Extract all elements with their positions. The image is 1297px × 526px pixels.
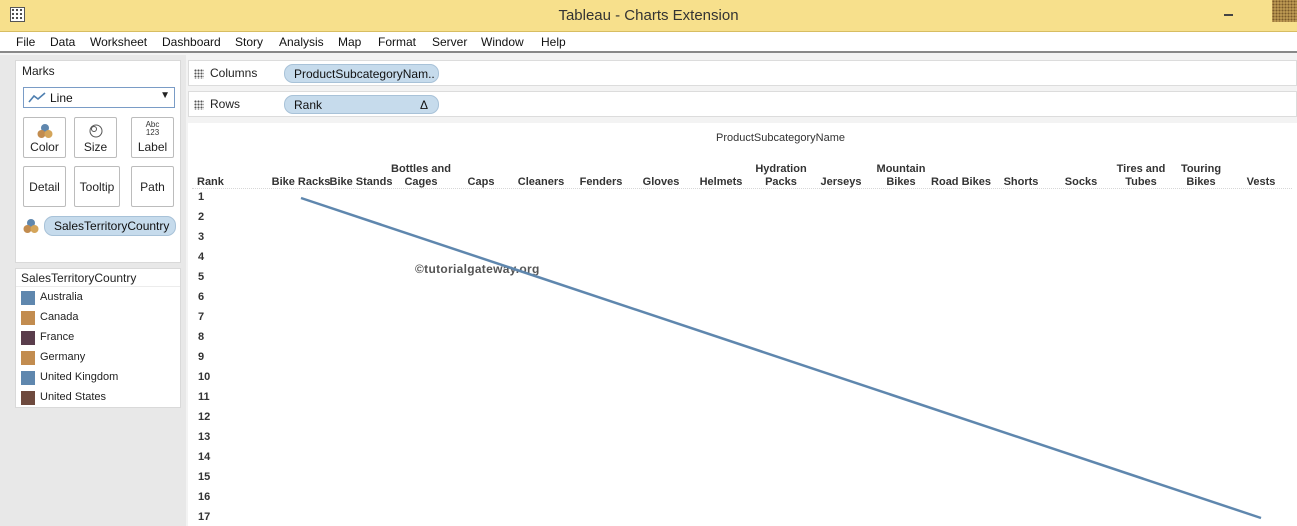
color-field-row: SalesTerritoryCountry bbox=[23, 216, 177, 236]
legend-label: United States bbox=[40, 391, 107, 403]
menu-worksheet[interactable]: Worksheet bbox=[90, 35, 147, 49]
rank-row-label: 6 bbox=[198, 291, 205, 303]
legend-item[interactable]: United States bbox=[20, 389, 176, 409]
legend-swatch bbox=[21, 371, 35, 385]
rows-shelf-icon bbox=[194, 100, 204, 110]
size-button[interactable]: Size bbox=[74, 117, 117, 158]
tooltip-button[interactable]: Tooltip bbox=[74, 166, 120, 207]
menu-server[interactable]: Server bbox=[432, 35, 467, 49]
mark-type-value: Line bbox=[50, 91, 73, 105]
columns-shelf-label: Columns bbox=[210, 66, 258, 80]
color-button[interactable]: Color bbox=[23, 117, 66, 158]
menu-story[interactable]: Story bbox=[235, 35, 263, 49]
columns-field-pill[interactable]: ProductSubcategoryNam.. bbox=[284, 64, 439, 83]
menu-bar: File Data Worksheet Dashboard Story Anal… bbox=[0, 32, 1297, 53]
detail-button-label: Detail bbox=[29, 180, 60, 194]
rank-row-label: 3 bbox=[198, 231, 205, 243]
legend-swatch bbox=[21, 351, 35, 365]
color-field-pill[interactable]: SalesTerritoryCountry bbox=[44, 216, 176, 236]
rows-shelf-label: Rows bbox=[210, 97, 241, 111]
menu-window[interactable]: Window bbox=[481, 35, 524, 49]
path-button[interactable]: Path bbox=[131, 166, 174, 207]
color-button-label: Color bbox=[30, 140, 59, 154]
menu-data[interactable]: Data bbox=[50, 35, 75, 49]
rank-row-label: 2 bbox=[198, 211, 205, 223]
legend-item[interactable]: Germany bbox=[20, 349, 176, 369]
legend-swatch bbox=[21, 331, 35, 345]
legend-label: United Kingdom bbox=[40, 371, 119, 383]
mark-type-dropdown[interactable]: Line ▼ bbox=[23, 87, 175, 108]
color-circles-icon bbox=[37, 124, 53, 138]
legend-swatch bbox=[21, 391, 35, 405]
rank-row-label: 12 bbox=[198, 411, 211, 423]
columns-shelf: Columns ProductSubcategoryNam.. bbox=[188, 60, 1297, 86]
chart-area: ProductSubcategoryName Rank ©tutorialgat… bbox=[188, 123, 1297, 526]
legend-swatch bbox=[21, 291, 35, 305]
marks-card: Marks Line ▼ Color Size Abc 123 Label De… bbox=[15, 60, 181, 263]
legend-label: Canada bbox=[40, 311, 79, 323]
legend-label: Germany bbox=[40, 351, 86, 363]
close-button[interactable] bbox=[1272, 0, 1297, 22]
rank-row-label: 13 bbox=[198, 431, 211, 443]
legend-list: Australia Canada France Germany United Kingd… bbox=[20, 289, 176, 409]
rank-row-label: 8 bbox=[198, 331, 205, 343]
menu-map[interactable]: Map bbox=[338, 35, 361, 49]
menu-file[interactable]: File bbox=[16, 35, 35, 49]
title-bar: Tableau - Charts Extension bbox=[0, 0, 1297, 32]
rows-shelf: Rows Rank Δ bbox=[188, 91, 1297, 117]
menu-help[interactable]: Help bbox=[541, 35, 566, 49]
rank-row-label: 15 bbox=[198, 471, 211, 483]
size-button-label: Size bbox=[83, 140, 108, 154]
legend-item[interactable]: Canada bbox=[20, 309, 176, 329]
menu-format[interactable]: Format bbox=[378, 35, 416, 49]
column-header[interactable]: Vests bbox=[1226, 163, 1296, 189]
rank-row-label: 16 bbox=[198, 491, 211, 503]
marks-card-title: Marks bbox=[22, 64, 55, 78]
line-chart-icon bbox=[28, 92, 46, 103]
rank-row-label: 11 bbox=[198, 391, 210, 403]
rank-row-label: 5 bbox=[198, 271, 205, 283]
menu-analysis[interactable]: Analysis bbox=[279, 35, 324, 49]
legend-swatch bbox=[21, 311, 35, 325]
label-button-label: Label bbox=[137, 140, 168, 154]
rank-row-label: 10 bbox=[198, 371, 211, 383]
window-title: Tableau - Charts Extension bbox=[558, 7, 739, 24]
legend-title: SalesTerritoryCountry bbox=[16, 269, 180, 287]
rows-field-pill-label: Rank bbox=[294, 98, 323, 112]
series-line[interactable] bbox=[300, 196, 1262, 520]
detail-button[interactable]: Detail bbox=[23, 166, 66, 207]
table-calc-delta-icon: Δ bbox=[419, 98, 428, 112]
legend-label: Australia bbox=[40, 291, 83, 303]
menu-dashboard[interactable]: Dashboard bbox=[162, 35, 221, 49]
rank-row-label: 4 bbox=[198, 251, 205, 263]
tooltip-button-label: Tooltip bbox=[79, 180, 115, 194]
rank-row-label: 1 bbox=[198, 191, 205, 203]
legend-item[interactable]: France bbox=[20, 329, 176, 349]
legend-item[interactable]: Australia bbox=[20, 289, 176, 309]
columns-shelf-icon bbox=[194, 69, 204, 79]
rank-row-label: 7 bbox=[198, 311, 205, 323]
minimize-button[interactable] bbox=[1221, 3, 1235, 23]
path-button-label: Path bbox=[140, 180, 165, 194]
chevron-down-icon: ▼ bbox=[160, 90, 170, 101]
size-circles-icon bbox=[89, 124, 103, 138]
rank-row-label: 17 bbox=[198, 511, 211, 523]
rank-row-label: 14 bbox=[198, 451, 211, 463]
color-circles-icon bbox=[23, 219, 39, 233]
label-button[interactable]: Abc 123 Label bbox=[131, 117, 174, 158]
legend-item[interactable]: United Kingdom bbox=[20, 369, 176, 389]
rows-field-pill[interactable]: Rank Δ bbox=[284, 95, 439, 114]
label-abc-icon: Abc 123 bbox=[145, 120, 160, 137]
rank-row-label: 9 bbox=[198, 351, 205, 363]
legend-label: France bbox=[40, 331, 75, 343]
color-legend: SalesTerritoryCountry Australia Canada Fra… bbox=[15, 268, 181, 408]
